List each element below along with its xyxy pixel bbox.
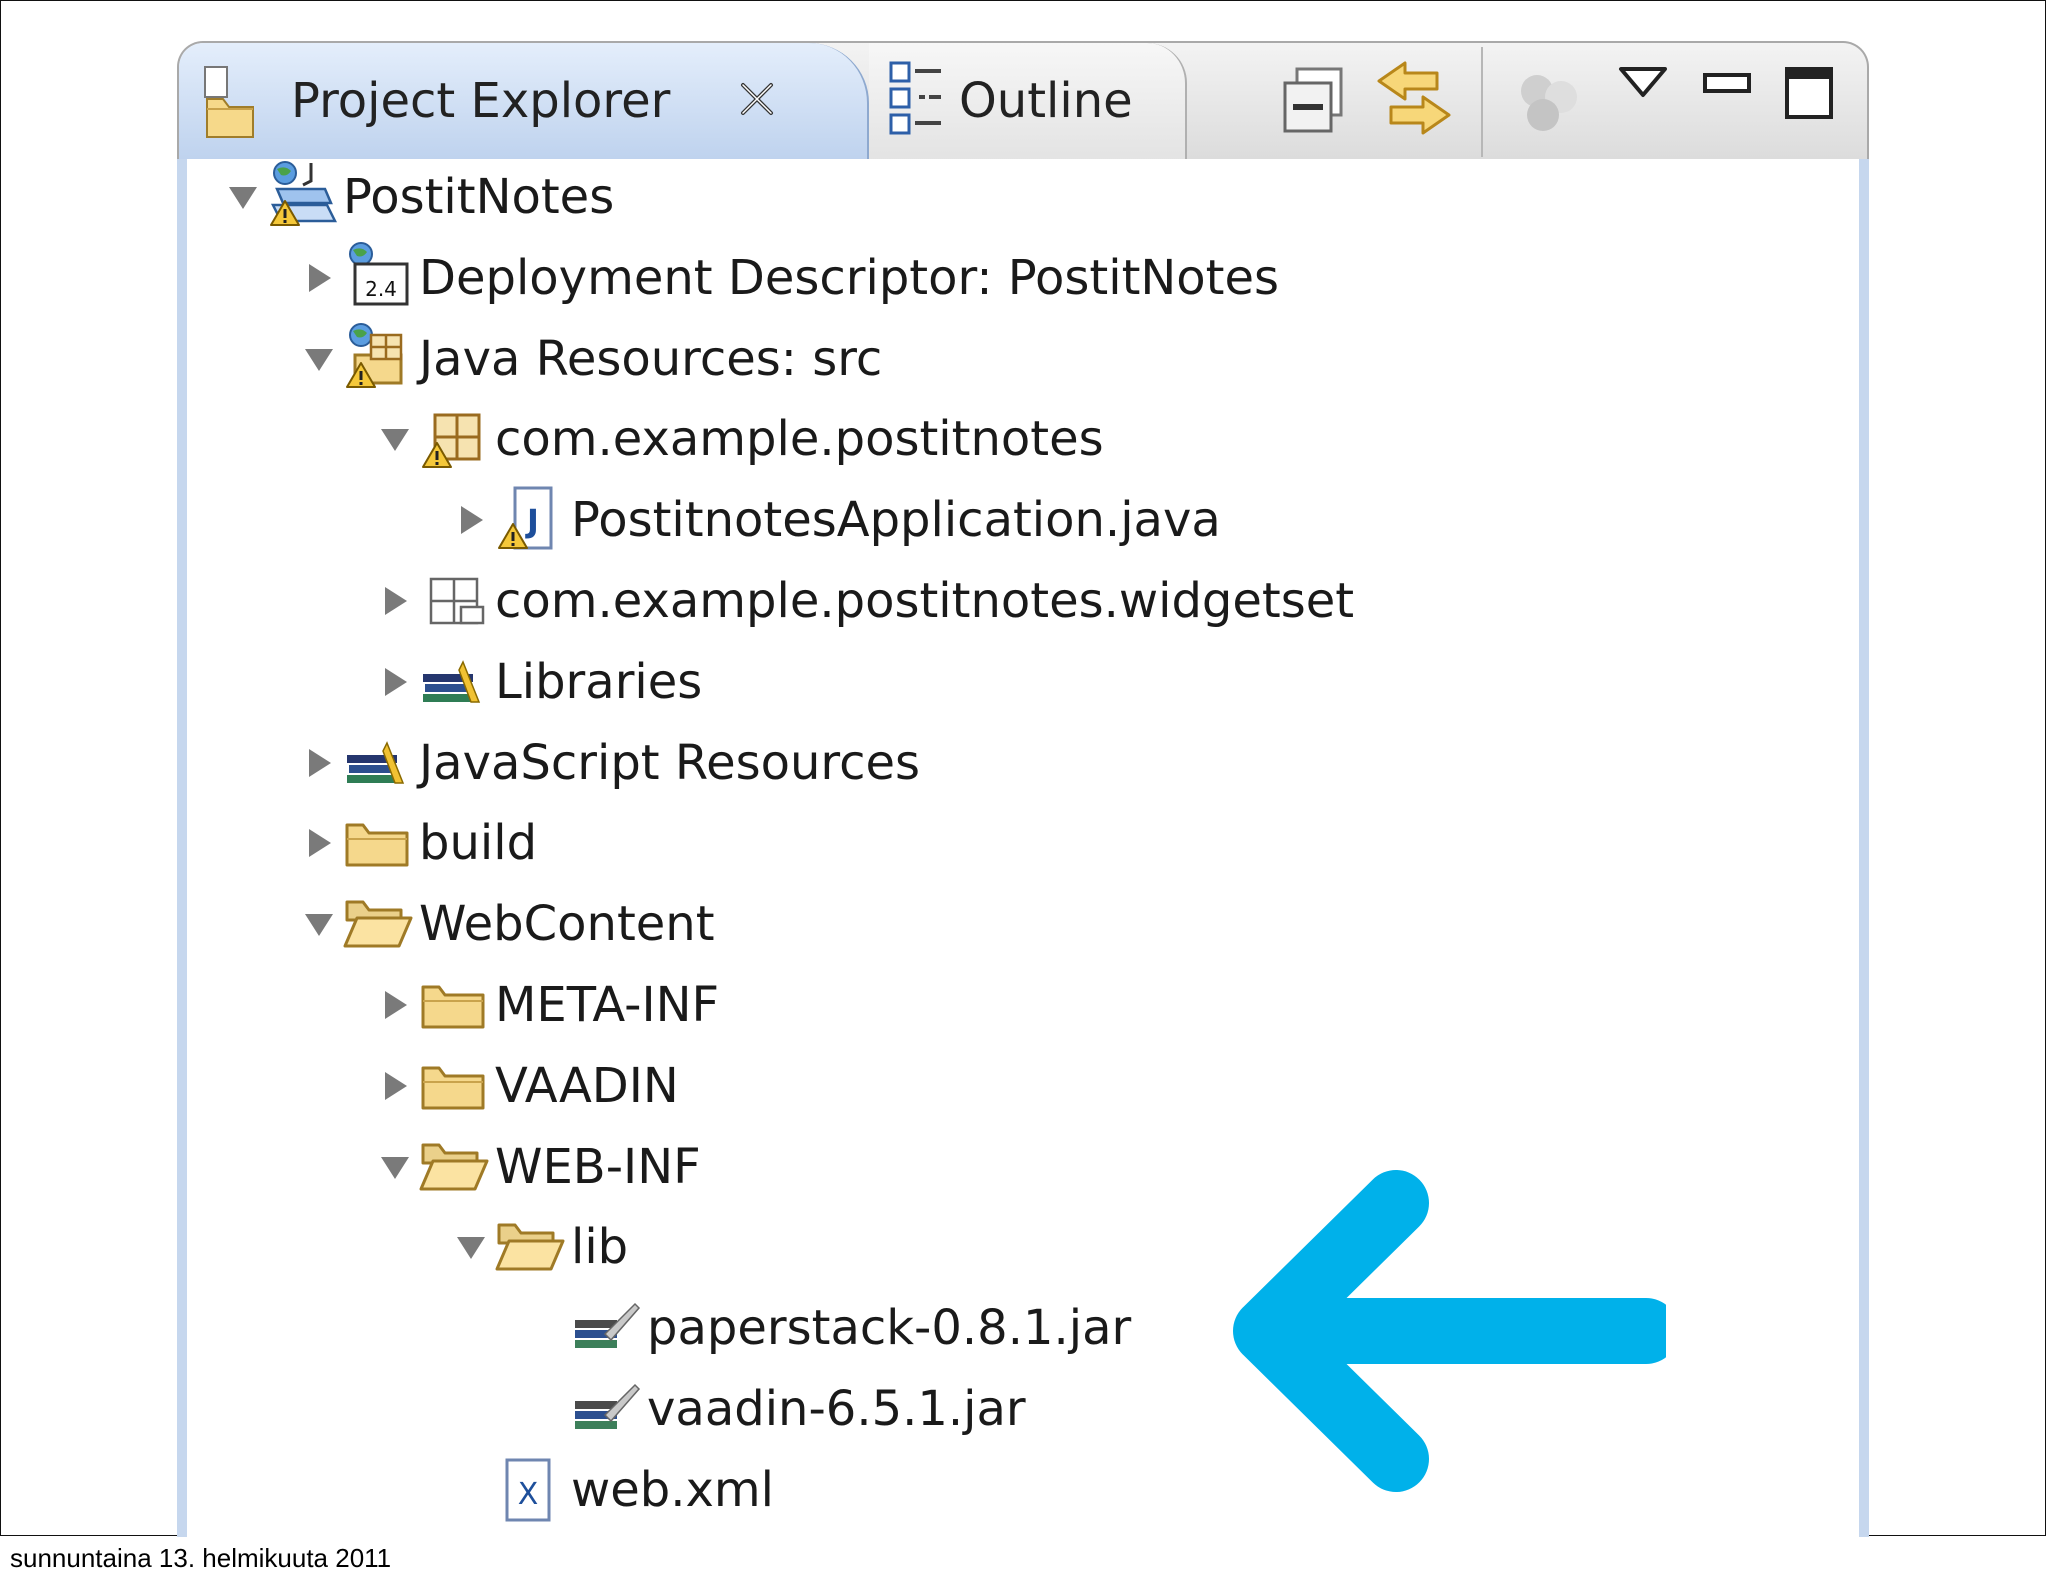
outline-icon (889, 61, 941, 135)
expand-triangle-down-icon[interactable] (303, 908, 335, 940)
deployment-descriptor-icon: 2.4 (349, 241, 409, 306)
tree-item[interactable]: 2.4 Deployment Descriptor: PostitNotes (303, 241, 1587, 308)
expand-triangle-right-icon[interactable] (455, 504, 487, 536)
tree-item-label: Libraries (495, 653, 703, 710)
footer-date: sunnuntaina 13. helmikuuta 2011 (10, 1543, 392, 1573)
project-explorer-icon (204, 66, 254, 138)
expand-triangle-right-icon[interactable] (303, 262, 335, 294)
toolbar-separator (1481, 47, 1483, 157)
tree-item-label: Deployment Descriptor: PostitNotes (419, 249, 1280, 306)
folder-icon (345, 823, 409, 867)
svg-text:X: X (518, 1477, 539, 1512)
tree-item[interactable]: Libraries (379, 652, 1587, 712)
tree-item-label: com.example.postitnotes.widgetset (495, 573, 1355, 629)
folder-icon (421, 985, 485, 1029)
svg-text:2.4: 2.4 (365, 277, 397, 301)
tree-item-label: Java Resources: src (419, 330, 883, 387)
expand-triangle-down-icon[interactable] (379, 1151, 411, 1183)
tree-item[interactable]: META-INF (379, 975, 1587, 1035)
tree-item[interactable]: com.example.postitnotes.widgetset (379, 571, 1587, 631)
tree-item-label: WEB-INF (495, 1138, 701, 1195)
arrow-icon (1233, 1170, 1666, 1492)
folder-open-icon (495, 1223, 565, 1271)
libraries-icon (347, 740, 405, 784)
package-warning-icon (422, 413, 481, 469)
expand-triangle-right-icon[interactable] (379, 989, 411, 1021)
view-menu-icon[interactable] (1617, 63, 1669, 103)
tab-outline-label: Outline (959, 73, 1133, 129)
tree-item-label: lib (571, 1219, 629, 1276)
maximize-icon[interactable] (1783, 63, 1835, 123)
expand-triangle-right-icon[interactable] (303, 827, 335, 859)
empty-package-icon (429, 577, 485, 625)
tree-item-label: com.example.postitnotes (495, 411, 1104, 468)
tree-item-label: PostitNotes (343, 169, 615, 225)
tree-item[interactable]: Java Resources: src (303, 322, 1587, 389)
expand-triangle-down-icon[interactable] (455, 1231, 487, 1263)
libraries-icon (423, 659, 481, 703)
expand-triangle-down-icon[interactable] (303, 343, 335, 375)
filters-icon[interactable] (1515, 69, 1585, 135)
java-resources-warning-icon (346, 322, 403, 388)
tree-item[interactable]: com.example.postitnotes (379, 409, 1587, 469)
tree-item-label: vaadin-6.5.1.jar (647, 1381, 1026, 1437)
web-project-warning-icon (270, 161, 337, 226)
folder-open-icon (419, 1143, 489, 1191)
tree-item-label: PostitnotesApplication.java (571, 492, 1221, 549)
collapse-all-icon[interactable] (1279, 65, 1349, 137)
minimize-icon[interactable] (1701, 65, 1753, 105)
xml-file-icon: X (505, 1458, 551, 1522)
tab-project-explorer[interactable]: Project Explorer (179, 43, 869, 159)
tree-item-label: paperstack-0.8.1.jar (647, 1300, 1132, 1357)
expand-triangle-down-icon[interactable] (379, 423, 411, 455)
expand-triangle-right-icon[interactable] (379, 1070, 411, 1102)
jar-icon (575, 1303, 641, 1349)
tree-item[interactable]: PostitNotes (227, 161, 1587, 227)
tree-item-label: WebContent (419, 896, 715, 953)
tree-item[interactable]: WebContent (303, 894, 1587, 954)
jar-icon (575, 1383, 641, 1429)
tree-item-label: web.xml (571, 1461, 775, 1518)
folder-open-icon (343, 900, 413, 948)
expand-triangle-right-icon[interactable] (379, 666, 411, 698)
tree-item-label: build (419, 815, 538, 872)
tree-item-label: META-INF (495, 977, 720, 1033)
tree-item[interactable]: JavaScript Resources (303, 733, 1587, 793)
tab-project-explorer-label: Project Explorer (291, 73, 671, 129)
tree-item-label: VAADIN (495, 1057, 679, 1114)
java-file-warning-icon: J (498, 486, 553, 550)
tree-item[interactable]: build (303, 813, 1587, 873)
expand-triangle-down-icon[interactable] (227, 181, 259, 213)
view-tab-bar: Project Explorer Outline (177, 41, 1869, 159)
expand-triangle-right-icon[interactable] (379, 585, 411, 617)
expand-triangle-right-icon[interactable] (303, 747, 335, 779)
tree-item[interactable]: VAADIN (379, 1056, 1587, 1116)
slide-frame: Project Explorer Outline PostitNotes 2.4… (0, 0, 2046, 1537)
close-icon[interactable] (735, 77, 779, 121)
tab-outline[interactable]: Outline (869, 43, 1187, 159)
tree-item[interactable]: J PostitnotesApplication.java (455, 486, 1587, 550)
tree-item-label: JavaScript Resources (419, 734, 920, 791)
link-with-editor-icon[interactable] (1375, 57, 1453, 141)
svg-text:J: J (525, 502, 539, 540)
folder-icon (421, 1066, 485, 1110)
